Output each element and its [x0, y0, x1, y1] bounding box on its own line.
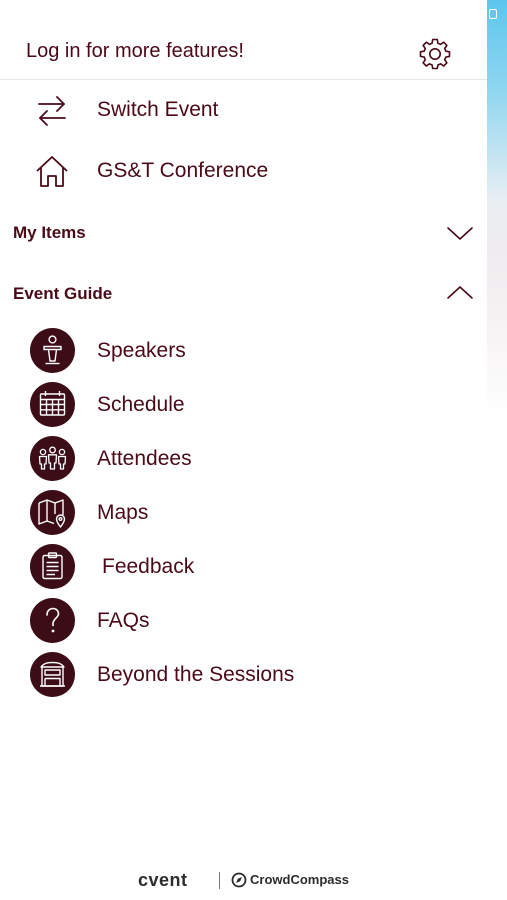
- event-home-item[interactable]: GS&T Conference: [0, 146, 487, 196]
- maps-label: Maps: [97, 501, 149, 524]
- guide-item-maps[interactable]: Maps: [0, 488, 487, 538]
- speaker-podium-icon: [30, 328, 75, 373]
- login-prompt[interactable]: Log in for more features!: [26, 40, 244, 63]
- speakers-label: Speakers: [97, 339, 186, 362]
- switch-event-label: Switch Event: [97, 98, 219, 121]
- event-home-label: GS&T Conference: [97, 159, 269, 182]
- footer-separator: [219, 872, 220, 889]
- map-icon: [30, 490, 75, 535]
- navigation-drawer: Log in for more features! Switch Event G…: [0, 0, 487, 900]
- swap-arrows-icon: [38, 96, 66, 126]
- faqs-label: FAQs: [97, 609, 150, 632]
- calendar-icon: [30, 382, 75, 427]
- question-icon: [30, 598, 75, 643]
- event-guide-label: Event Guide: [13, 284, 113, 303]
- home-icon: [36, 156, 68, 187]
- gear-icon[interactable]: [418, 36, 452, 70]
- header-divider: [0, 79, 487, 80]
- chevron-down-icon[interactable]: [446, 225, 474, 241]
- my-items-label: My Items: [13, 223, 86, 242]
- cvent-logo: cvent: [138, 870, 188, 890]
- beyond-sessions-label: Beyond the Sessions: [97, 663, 295, 686]
- background-app-edge: [487, 0, 507, 900]
- booth-icon: [30, 652, 75, 697]
- guide-item-beyond-sessions[interactable]: Beyond the Sessions: [0, 650, 487, 700]
- status-indicator-icon: [489, 9, 497, 19]
- guide-item-feedback[interactable]: Feedback: [0, 542, 487, 592]
- guide-item-attendees[interactable]: Attendees: [0, 434, 487, 484]
- guide-item-faqs[interactable]: FAQs: [0, 596, 487, 646]
- chevron-up-icon[interactable]: [446, 285, 474, 301]
- crowdcompass-logo-icon: [231, 872, 247, 888]
- switch-event-item[interactable]: Switch Event: [0, 85, 487, 135]
- people-icon: [30, 436, 75, 481]
- event-guide-section[interactable]: Event Guide: [0, 273, 487, 313]
- clipboard-icon: [30, 544, 75, 589]
- my-items-section[interactable]: My Items: [0, 212, 487, 252]
- schedule-label: Schedule: [97, 393, 185, 416]
- guide-item-speakers[interactable]: Speakers: [0, 326, 487, 376]
- attendees-label: Attendees: [97, 447, 192, 470]
- feedback-label: Feedback: [102, 555, 195, 578]
- guide-item-schedule[interactable]: Schedule: [0, 380, 487, 430]
- powered-by-footer: cvent CrowdCompass: [138, 870, 358, 892]
- crowdcompass-logo: CrowdCompass: [250, 872, 349, 887]
